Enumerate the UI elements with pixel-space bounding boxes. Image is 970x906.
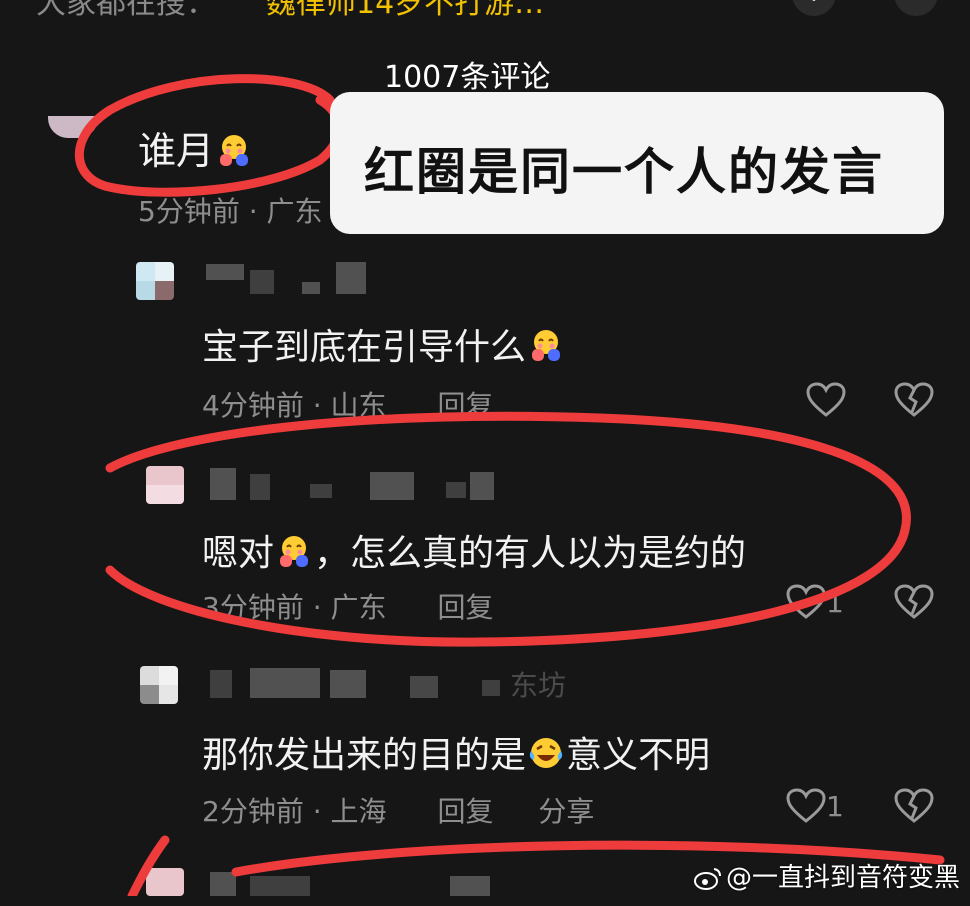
comment-location: 广东 <box>330 591 387 624</box>
like-count: 1 <box>826 790 844 823</box>
username-blurred[interactable]: 东坊 <box>210 666 580 702</box>
meta-separator: · <box>312 795 322 828</box>
dislike-button[interactable] <box>894 584 934 624</box>
comment-text: 宝子到底在引导什么 <box>202 318 566 370</box>
comment-meta: 2分钟前 · 上海 回复 分享 <box>202 790 594 830</box>
comment-location: 上海 <box>330 795 387 828</box>
heart-icon <box>786 584 826 619</box>
avatar[interactable] <box>136 262 174 300</box>
meta-separator: · <box>312 389 322 422</box>
comment-time: 3分钟前 <box>202 591 304 624</box>
like-count: 1 <box>826 586 844 619</box>
plus-icon[interactable]: + <box>792 0 836 16</box>
dislike-button[interactable] <box>894 788 934 828</box>
comment-count: 1007条评论 <box>384 60 551 95</box>
like-button[interactable] <box>806 382 846 418</box>
comment-username[interactable]: 谁月 <box>138 120 254 175</box>
reply-button[interactable]: 回复 <box>437 790 493 830</box>
comment-meta: 3分钟前 · 广东 回复 <box>202 586 493 626</box>
hugging-face-emoji-icon <box>532 330 561 361</box>
hugging-face-emoji-icon <box>280 536 309 567</box>
like-button[interactable]: 1 <box>786 584 844 620</box>
username-blurred[interactable] <box>210 468 494 502</box>
dislike-button[interactable] <box>894 382 934 422</box>
search-suggestion-prefix: 大家都在搜： <box>36 0 216 21</box>
avatar[interactable] <box>146 466 184 504</box>
avatar[interactable] <box>48 116 98 138</box>
annotation-text: 红圈是同一个人的发言 <box>364 143 884 201</box>
share-button[interactable]: 分享 <box>538 790 594 830</box>
broken-heart-icon <box>894 788 934 823</box>
broken-heart-icon <box>894 584 934 619</box>
watermark-text: @一直抖到音符变黑 <box>725 863 960 893</box>
comment-time: 2分钟前 <box>202 795 304 828</box>
username-tail: 东坊 <box>510 669 567 702</box>
comment-text: 那你发出来的目的是 意义不明 <box>202 735 711 776</box>
username-blurred[interactable] <box>210 872 510 906</box>
annotation-note: 红圈是同一个人的发言 <box>330 92 944 234</box>
meta-separator: · <box>248 195 258 228</box>
avatar[interactable] <box>140 666 178 704</box>
meta-separator: · <box>312 591 322 624</box>
heart-icon <box>786 788 826 823</box>
search-suggestion-bar: 大家都在搜： 魏律师14岁不打游… + ✕ <box>0 0 970 21</box>
like-button[interactable]: 1 <box>786 788 844 824</box>
hugging-face-emoji-icon <box>220 135 249 166</box>
heart-icon <box>806 382 846 417</box>
comment-time: 5分钟前 <box>138 195 240 228</box>
laughing-crying-emoji-icon <box>529 738 563 768</box>
weibo-watermark: @一直抖到音符变黑 <box>693 857 960 894</box>
reply-button[interactable]: 回复 <box>437 384 493 424</box>
comment-location: 山东 <box>330 389 387 422</box>
avatar[interactable] <box>146 868 184 896</box>
comment-time: 4分钟前 <box>202 389 304 422</box>
comment-location: 广东 <box>266 195 323 228</box>
search-suggestion-link[interactable]: 魏律师14岁不打游… <box>266 0 544 22</box>
weibo-logo-icon <box>693 868 721 890</box>
comment-meta: 4分钟前 · 山东 回复 <box>202 384 493 424</box>
username-blurred[interactable] <box>206 262 366 296</box>
reply-button[interactable]: 回复 <box>437 586 493 626</box>
comment-text: 嗯对 ，怎么真的有人以为是约的 <box>202 533 747 574</box>
broken-heart-icon <box>894 382 934 417</box>
close-icon[interactable]: ✕ <box>894 0 938 16</box>
